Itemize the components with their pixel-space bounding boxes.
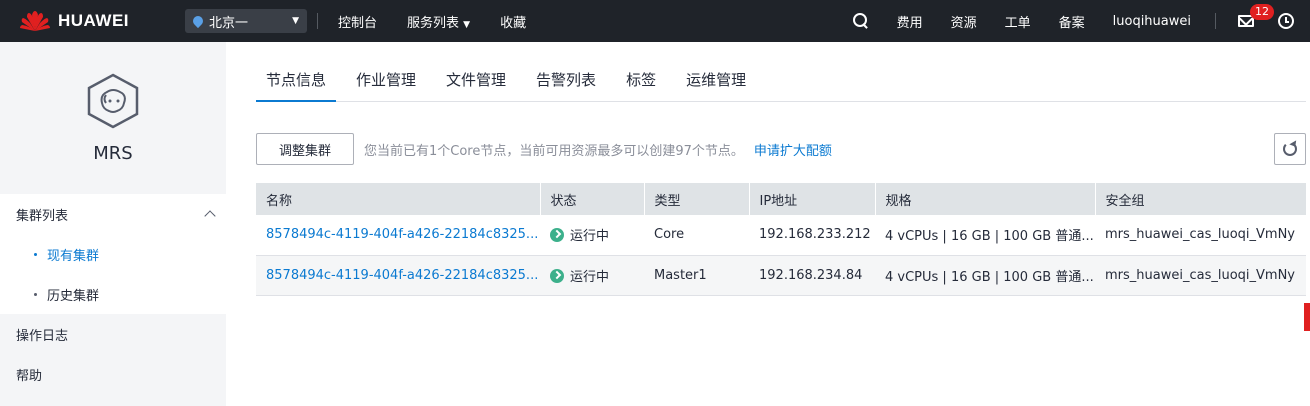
sidebar-item-history-clusters[interactable]: 历史集群 bbox=[0, 274, 226, 314]
mrs-product-icon bbox=[87, 73, 139, 128]
feedback-tab[interactable] bbox=[1304, 303, 1310, 331]
chevron-up-icon bbox=[204, 210, 216, 222]
sidebar-item-help[interactable]: 帮助 bbox=[0, 354, 226, 394]
nav-billing[interactable]: 费用 bbox=[897, 12, 923, 31]
message-count-badge: 12 bbox=[1250, 4, 1274, 20]
sidebar-item-label: 现有集群 bbox=[47, 248, 100, 264]
table-header-row: 名称 状态 类型 IP地址 规格 安全组 bbox=[256, 183, 1307, 215]
huawei-flower-icon bbox=[20, 11, 50, 31]
status-text: 运行中 bbox=[570, 229, 610, 245]
nav-resources[interactable]: 资源 bbox=[951, 12, 977, 31]
top-navigation-bar: HUAWEI 北京一 ▼ 控制台 服务列表 ▼ 收藏 费用 资源 工单 备案 l… bbox=[0, 0, 1310, 42]
sidebar-group-cluster-list[interactable]: 集群列表 bbox=[0, 194, 226, 234]
running-status-icon bbox=[550, 268, 564, 283]
status-cell: 运行中 bbox=[540, 215, 644, 256]
table-row: 8578494c-4119-404f-a426-22184c8325... 运行… bbox=[256, 215, 1306, 256]
adjust-cluster-button[interactable]: 调整集群 bbox=[256, 133, 354, 165]
bullet-dot bbox=[34, 252, 37, 256]
security-group-cell: mrs_huawei_cas_luoqi_VmNy bbox=[1095, 255, 1306, 296]
sidebar: MRS 集群列表 现有集群 历史集群 操作日志 帮助 bbox=[0, 42, 226, 406]
spec-cell: 4 vCPUs | 16 GB | 100 GB 普通... bbox=[875, 215, 1095, 256]
username-link[interactable]: luoqihuawei bbox=[1113, 14, 1191, 29]
nav-tickets[interactable]: 工单 bbox=[1005, 12, 1031, 31]
spec-cell: 4 vCPUs | 16 GB | 100 GB 普通... bbox=[875, 255, 1095, 296]
region-selector[interactable]: 北京一 ▼ bbox=[185, 9, 307, 33]
main-content: 节点信息 作业管理 文件管理 告警列表 标签 运维管理 调整集群 您当前已有1个… bbox=[256, 42, 1307, 296]
bullet-dot bbox=[34, 292, 37, 296]
location-pin-icon bbox=[190, 13, 206, 29]
region-label: 北京一 bbox=[209, 15, 249, 31]
apply-quota-link[interactable]: 申请扩大配额 bbox=[754, 140, 832, 159]
mail-icon[interactable]: 12 bbox=[1238, 4, 1274, 27]
column-header-status[interactable]: 状态 bbox=[540, 183, 645, 215]
type-cell: Core bbox=[644, 215, 749, 256]
tab-bar: 节点信息 作业管理 文件管理 告警列表 标签 运维管理 bbox=[256, 42, 1306, 102]
sidebar-group-label: 集群列表 bbox=[16, 208, 69, 224]
refresh-icon bbox=[1283, 142, 1297, 156]
node-table: 名称 状态 类型 IP地址 规格 安全组 8578494c-4119-404f-… bbox=[256, 183, 1307, 296]
status-cell: 运行中 bbox=[540, 255, 644, 296]
service-list-label: 服务列表 bbox=[407, 15, 460, 31]
node-name-link[interactable]: 8578494c-4119-404f-a426-22184c8325... bbox=[256, 215, 540, 256]
huawei-logo[interactable]: HUAWEI bbox=[18, 9, 168, 33]
clock-icon[interactable] bbox=[1278, 13, 1294, 29]
column-header-type[interactable]: 类型 bbox=[644, 183, 750, 215]
column-header-security-group[interactable]: 安全组 bbox=[1095, 183, 1307, 215]
tab-job-management[interactable]: 作业管理 bbox=[356, 65, 416, 101]
sidebar-item-label: 历史集群 bbox=[47, 288, 100, 304]
caret-down-icon: ▼ bbox=[292, 16, 299, 26]
tab-ops-management[interactable]: 运维管理 bbox=[686, 65, 746, 101]
sidebar-item-label: 操作日志 bbox=[16, 328, 69, 344]
sidebar-item-operation-log[interactable]: 操作日志 bbox=[0, 314, 226, 354]
security-group-cell: mrs_huawei_cas_luoqi_VmNy bbox=[1095, 215, 1306, 256]
nav-favorites[interactable]: 收藏 bbox=[500, 12, 526, 31]
toolbar: 调整集群 您当前已有1个Core节点，当前可用资源最多可以创建97个节点。 申请… bbox=[256, 132, 1306, 166]
caret-down-icon: ▼ bbox=[463, 19, 471, 30]
quota-hint: 您当前已有1个Core节点，当前可用资源最多可以创建97个节点。 bbox=[364, 143, 744, 159]
running-status-icon bbox=[550, 228, 564, 243]
divider bbox=[1215, 13, 1216, 29]
tab-file-management[interactable]: 文件管理 bbox=[446, 65, 506, 101]
type-cell: Master1 bbox=[644, 255, 749, 296]
product-header: MRS bbox=[0, 42, 226, 194]
product-name: MRS bbox=[93, 142, 133, 164]
nav-icp[interactable]: 备案 bbox=[1059, 12, 1085, 31]
refresh-button[interactable] bbox=[1274, 133, 1306, 165]
divider bbox=[317, 13, 318, 29]
ip-cell: 192.168.234.84 bbox=[749, 255, 875, 296]
column-header-spec[interactable]: 规格 bbox=[875, 183, 1096, 215]
brand-text: HUAWEI bbox=[58, 11, 129, 30]
header-right-group: 费用 资源 工单 备案 luoqihuawei 12 bbox=[839, 0, 1310, 42]
sidebar-item-label: 帮助 bbox=[16, 368, 43, 384]
nav-service-list[interactable]: 服务列表 ▼ bbox=[407, 12, 470, 31]
tab-alarm-list[interactable]: 告警列表 bbox=[536, 65, 596, 101]
tab-tags[interactable]: 标签 bbox=[626, 65, 656, 101]
tab-node-info[interactable]: 节点信息 bbox=[256, 65, 337, 102]
node-name-link[interactable]: 8578494c-4119-404f-a426-22184c8325... bbox=[256, 255, 540, 296]
nav-console[interactable]: 控制台 bbox=[338, 12, 377, 31]
column-header-ip[interactable]: IP地址 bbox=[749, 183, 876, 215]
ip-cell: 192.168.233.212 bbox=[749, 215, 875, 256]
column-header-name[interactable]: 名称 bbox=[256, 183, 541, 215]
sidebar-item-existing-clusters[interactable]: 现有集群 bbox=[0, 234, 226, 274]
table-row: 8578494c-4119-404f-a426-22184c8325... 运行… bbox=[256, 255, 1306, 296]
search-icon[interactable] bbox=[852, 13, 869, 29]
status-text: 运行中 bbox=[570, 269, 610, 285]
